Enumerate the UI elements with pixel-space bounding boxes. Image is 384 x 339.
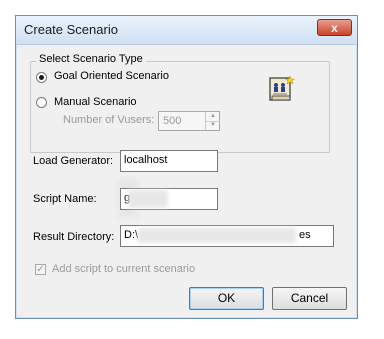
script-name-label: Script Name: xyxy=(33,193,97,205)
scenario-type-legend: Select Scenario Type xyxy=(36,53,146,65)
load-generator-value[interactable]: localhost xyxy=(124,154,167,166)
spin-down-icon[interactable]: ▼ xyxy=(206,121,220,130)
create-scenario-dialog: Create Scenario x Select Scenario Type G… xyxy=(15,15,358,319)
vusers-label: Number of Vusers: xyxy=(63,114,155,126)
load-generator-label: Load Generator: xyxy=(33,155,114,167)
load-generator-input[interactable]: localhost xyxy=(120,150,218,172)
result-directory-value-start[interactable]: D:\ xyxy=(124,229,138,241)
manual-scenario-label[interactable]: Manual Scenario xyxy=(54,96,137,108)
dialog-title: Create Scenario xyxy=(24,22,118,37)
cancel-button[interactable]: Cancel xyxy=(272,287,347,310)
add-script-label: Add script to current scenario xyxy=(52,263,196,275)
goal-oriented-radio[interactable] xyxy=(36,72,47,83)
close-button[interactable]: x xyxy=(317,19,352,36)
result-directory-label: Result Directory: xyxy=(33,231,115,243)
title-bar[interactable]: Create Scenario x xyxy=(16,16,357,45)
close-icon: x xyxy=(331,21,338,35)
ok-button[interactable]: OK xyxy=(189,287,264,310)
redaction-blur xyxy=(128,190,168,208)
vusers-value[interactable]: 500 xyxy=(163,115,181,127)
vusers-spinner[interactable]: 500 ▲ ▼ xyxy=(158,111,220,131)
goal-oriented-label[interactable]: Goal Oriented Scenario xyxy=(54,70,169,82)
manual-scenario-radio[interactable] xyxy=(36,97,47,108)
redaction-blur xyxy=(138,228,296,243)
result-directory-value-end[interactable]: es xyxy=(299,229,311,241)
add-script-checkbox[interactable]: ✓ xyxy=(35,264,46,275)
scenario-document-icon xyxy=(269,75,296,101)
vusers-spin-buttons[interactable]: ▲ ▼ xyxy=(205,112,220,130)
